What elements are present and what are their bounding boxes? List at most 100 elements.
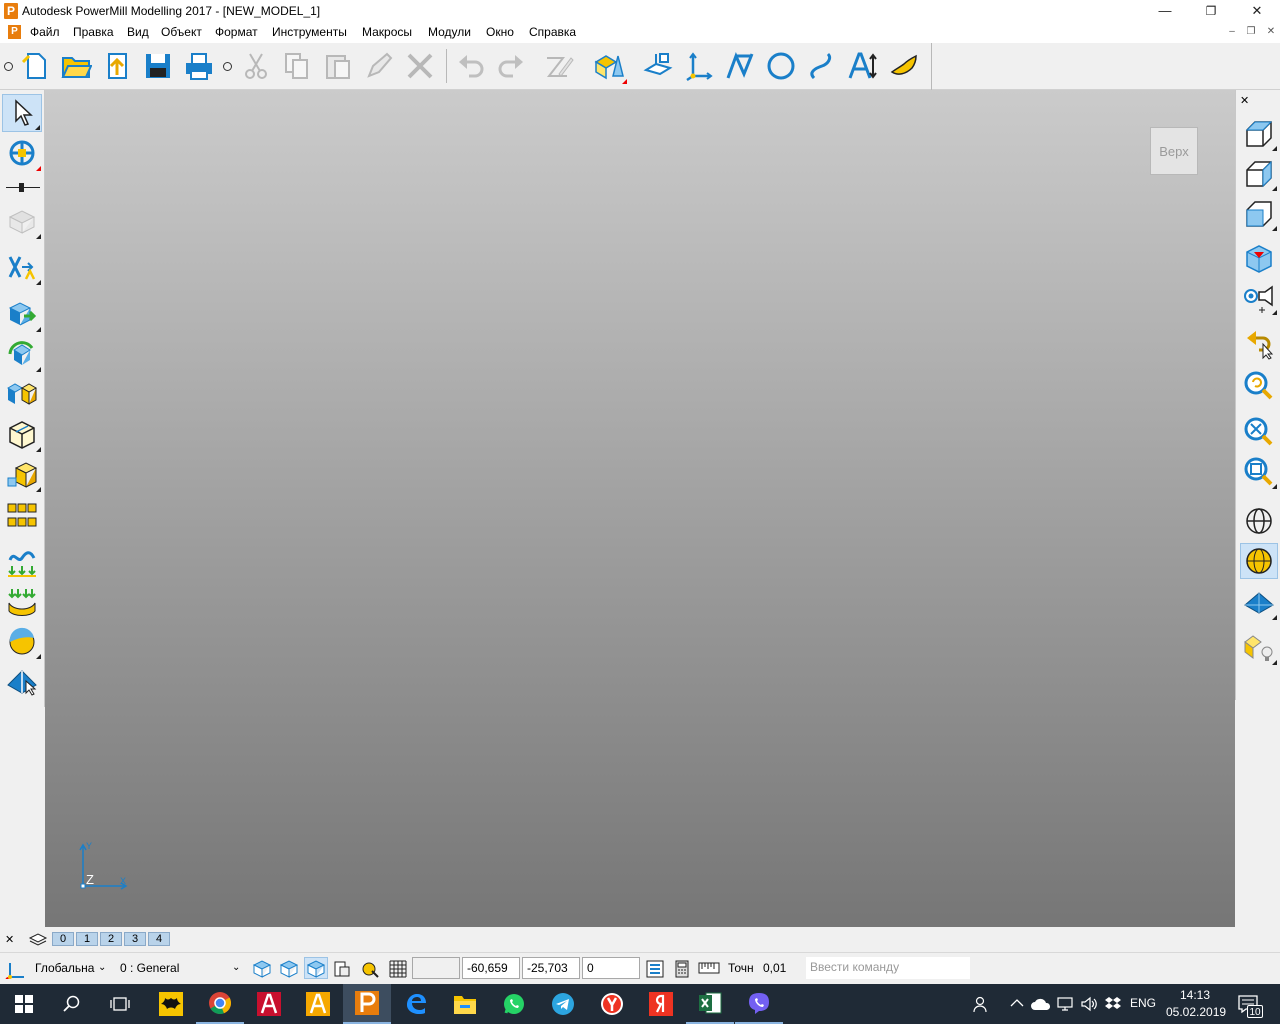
menu-file[interactable]: Файл <box>30 25 60 39</box>
sketch-button[interactable] <box>540 47 578 85</box>
text-button[interactable] <box>844 47 882 85</box>
grid-icon[interactable] <box>388 959 408 979</box>
drape-curve-button[interactable] <box>2 543 42 581</box>
clock-date[interactable]: 05.02.2019 <box>1166 1005 1226 1019</box>
taskbar-alias-app[interactable] <box>294 984 342 1024</box>
layer-filter-icon[interactable] <box>252 959 272 979</box>
workplane-button[interactable] <box>639 47 677 85</box>
command-input[interactable]: Ввести команду <box>806 957 970 979</box>
close-button[interactable]: ✕ <box>1234 0 1280 22</box>
start-button[interactable] <box>0 984 48 1024</box>
tolerance-icon[interactable] <box>698 962 720 974</box>
people-icon[interactable] <box>972 995 990 1013</box>
menu-modules[interactable]: Модули <box>428 25 471 39</box>
surface-button[interactable] <box>885 47 923 85</box>
import-button[interactable] <box>98 47 136 85</box>
clock-time[interactable]: 14:13 <box>1180 988 1210 1002</box>
taskbar-excel[interactable] <box>686 984 734 1024</box>
coord-z-field[interactable]: 0 <box>582 957 640 979</box>
taskbar-viber[interactable] <box>735 984 783 1024</box>
taskbar-batman-app[interactable] <box>147 984 195 1024</box>
view-iso2-button[interactable] <box>1240 156 1278 192</box>
expression-button[interactable] <box>2 248 42 286</box>
taskbar-file-explorer[interactable] <box>441 984 489 1024</box>
redo-button[interactable] <box>492 47 530 85</box>
coordinate-list-icon[interactable] <box>645 959 665 979</box>
menu-edit[interactable]: Правка <box>73 25 114 39</box>
save-button[interactable] <box>139 47 177 85</box>
taskbar-yandex[interactable] <box>637 984 685 1024</box>
project-button[interactable] <box>2 582 42 620</box>
layers-icon[interactable] <box>28 932 48 946</box>
menu-macros[interactable]: Макросы <box>362 25 412 39</box>
taskbar-yandex-browser[interactable] <box>588 984 636 1024</box>
wireframe-solid-button[interactable] <box>2 415 42 453</box>
pattern-button[interactable] <box>2 497 42 535</box>
mdi-restore-button[interactable]: ❐ <box>1243 25 1259 39</box>
rotate-solid-button[interactable] <box>2 335 42 373</box>
view-front-button[interactable] <box>1240 196 1278 232</box>
right-toolbar-close-button[interactable]: ✕ <box>1240 94 1249 107</box>
layer-button-1[interactable]: 1 <box>76 932 98 946</box>
task-view-button[interactable] <box>96 984 144 1024</box>
taskbar-edge[interactable] <box>392 984 440 1024</box>
taskbar-autocad[interactable] <box>245 984 293 1024</box>
edit-button[interactable] <box>360 47 398 85</box>
chevron-up-icon[interactable] <box>1010 998 1024 1008</box>
onedrive-icon[interactable] <box>1030 996 1052 1012</box>
minimize-button[interactable]: — <box>1142 0 1188 22</box>
block-button[interactable] <box>2 202 42 240</box>
taskbar-chrome[interactable] <box>196 984 244 1024</box>
open-button[interactable] <box>57 47 95 85</box>
new-model-button[interactable] <box>16 47 54 85</box>
3d-viewport[interactable]: Верх Z Y X <box>45 90 1235 927</box>
view-iso1-button[interactable] <box>1240 116 1278 152</box>
shaded-view-button[interactable] <box>1240 543 1278 579</box>
symbol-filter-icon[interactable] <box>332 959 352 979</box>
zoom-previous-button[interactable] <box>1240 368 1278 404</box>
transform-button[interactable] <box>2 134 42 172</box>
print-button[interactable] <box>180 47 218 85</box>
menu-window[interactable]: Окно <box>486 25 514 39</box>
shading-button[interactable] <box>590 47 628 85</box>
taskbar-powermill[interactable] <box>343 984 391 1024</box>
zoom-extents-button[interactable] <box>1240 414 1278 450</box>
view-cube[interactable]: Верх <box>1150 127 1198 175</box>
maximize-button[interactable]: ❐ <box>1188 0 1234 22</box>
mdi-close-button[interactable]: ✕ <box>1263 25 1279 39</box>
select-button[interactable] <box>2 94 42 132</box>
calculator-icon[interactable] <box>672 959 692 979</box>
line-button[interactable] <box>721 47 759 85</box>
curve-button[interactable] <box>803 47 841 85</box>
toolbar-handle-icon[interactable] <box>223 62 232 71</box>
layer-button-2[interactable]: 2 <box>100 932 122 946</box>
layer-bar-close-button[interactable]: ✕ <box>5 933 14 946</box>
layer-button-0[interactable]: 0 <box>52 932 74 946</box>
search-button[interactable] <box>48 984 96 1024</box>
volume-icon[interactable] <box>1080 996 1098 1012</box>
document-icon[interactable]: P <box>8 25 21 39</box>
workplane-select[interactable]: Глобальна ⌄ <box>30 957 110 979</box>
coord-x-field[interactable]: -60,659 <box>462 957 520 979</box>
cut-button[interactable] <box>237 47 275 85</box>
plane-view-button[interactable] <box>1240 585 1278 621</box>
export-solid-button[interactable] <box>2 295 42 333</box>
model-filter-icon[interactable] <box>279 959 299 979</box>
view-top-button[interactable] <box>1240 240 1278 276</box>
taskbar-whatsapp[interactable] <box>490 984 538 1024</box>
undo-button[interactable] <box>452 47 490 85</box>
language-indicator[interactable]: ENG <box>1130 996 1156 1010</box>
tolerance-value[interactable]: 0,01 <box>763 961 786 975</box>
previous-view-button[interactable] <box>1240 326 1278 362</box>
plane-select-button[interactable] <box>2 662 42 700</box>
lighting-button[interactable] <box>1240 630 1278 666</box>
layer-button-4[interactable]: 4 <box>148 932 170 946</box>
wireframe-view-button[interactable] <box>1240 503 1278 539</box>
level-select[interactable]: 0 : General ⌄ <box>116 957 246 979</box>
paste-button[interactable] <box>319 47 357 85</box>
axis-button[interactable] <box>680 47 718 85</box>
camera-button[interactable] <box>1240 280 1278 316</box>
menu-tools[interactable]: Инструменты <box>272 25 347 39</box>
taskbar-telegram[interactable] <box>539 984 587 1024</box>
network-icon[interactable] <box>1056 996 1074 1012</box>
